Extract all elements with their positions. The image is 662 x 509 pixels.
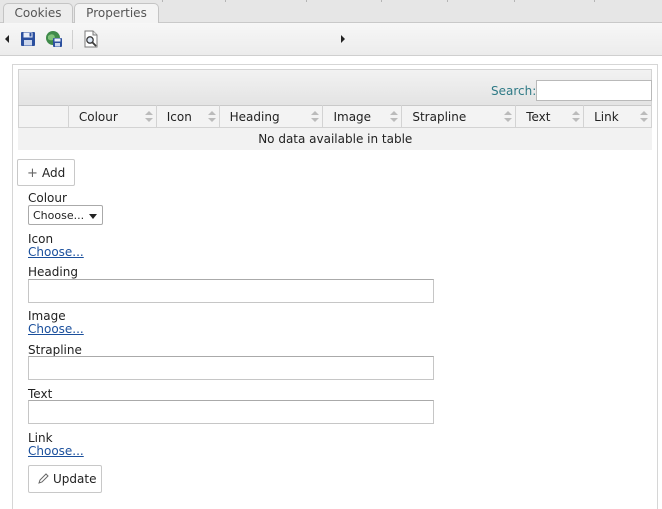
empty-table-message: No data available in table <box>18 127 652 150</box>
column-header-icon[interactable]: Icon <box>155 105 220 128</box>
tab-cookies[interactable]: Cookies <box>3 3 73 23</box>
tab-divider <box>225 0 226 2</box>
chevron-down-icon <box>89 214 97 219</box>
column-header-text[interactable]: Text <box>515 105 585 128</box>
image-choose-link[interactable]: Choose... <box>28 322 84 336</box>
pencil-icon <box>38 473 49 487</box>
column-header-image[interactable]: Image <box>322 105 403 128</box>
column-header-strapline[interactable]: Strapline <box>401 105 517 128</box>
link-choose-link[interactable]: Choose... <box>28 444 84 458</box>
text-label: Text <box>28 387 53 401</box>
sort-icon <box>572 111 581 123</box>
tab-divider <box>162 0 163 2</box>
link-label: Link <box>28 431 53 445</box>
sort-icon <box>207 111 216 123</box>
update-button[interactable]: Update <box>28 465 102 493</box>
toolbar-separator <box>72 30 73 49</box>
table-header-row: Colour Icon Heading Image Strapline Text… <box>18 105 652 128</box>
sort-icon <box>640 111 648 123</box>
heading-field[interactable] <box>28 279 434 303</box>
scroll-left-icon[interactable] <box>5 35 9 43</box>
tab-divider <box>306 0 307 2</box>
column-header-heading[interactable]: Heading <box>218 105 324 128</box>
sort-icon <box>390 111 399 123</box>
strapline-field[interactable] <box>28 356 434 380</box>
add-button[interactable]: + Add <box>17 159 75 186</box>
column-header-select <box>18 105 69 128</box>
search-label: Search: <box>491 84 537 98</box>
save-icon[interactable] <box>19 30 37 48</box>
table-row: No data available in table <box>18 127 652 150</box>
toolbar <box>0 23 662 56</box>
colour-label: Colour <box>28 191 67 205</box>
sort-icon <box>144 111 153 123</box>
column-header-link[interactable]: Link <box>583 105 652 128</box>
tab-divider <box>381 0 382 2</box>
tab-properties[interactable]: Properties <box>74 3 159 23</box>
preview-icon[interactable] <box>82 30 100 48</box>
sort-icon <box>504 111 513 123</box>
sort-icon <box>311 111 320 123</box>
tab-divider <box>514 0 515 2</box>
tab-strip: Cookies Properties <box>0 0 662 23</box>
tab-divider <box>447 0 448 2</box>
tab-divider <box>594 0 595 2</box>
table-header-bar: Search: <box>18 69 652 107</box>
heading-label: Heading <box>28 265 78 279</box>
image-label: Image <box>28 309 66 323</box>
icon-label: Icon <box>28 232 54 246</box>
colour-select[interactable]: Choose... <box>28 205 103 225</box>
column-header-colour[interactable]: Colour <box>67 105 157 128</box>
icon-choose-link[interactable]: Choose... <box>28 245 84 259</box>
search-input[interactable] <box>536 80 652 101</box>
plus-icon: + <box>27 166 38 181</box>
scroll-right-icon[interactable] <box>341 35 345 43</box>
strapline-label: Strapline <box>28 343 82 357</box>
save-publish-icon[interactable] <box>45 30 63 48</box>
text-field[interactable] <box>28 400 434 424</box>
data-table: Colour Icon Heading Image Strapline Text… <box>18 105 652 150</box>
